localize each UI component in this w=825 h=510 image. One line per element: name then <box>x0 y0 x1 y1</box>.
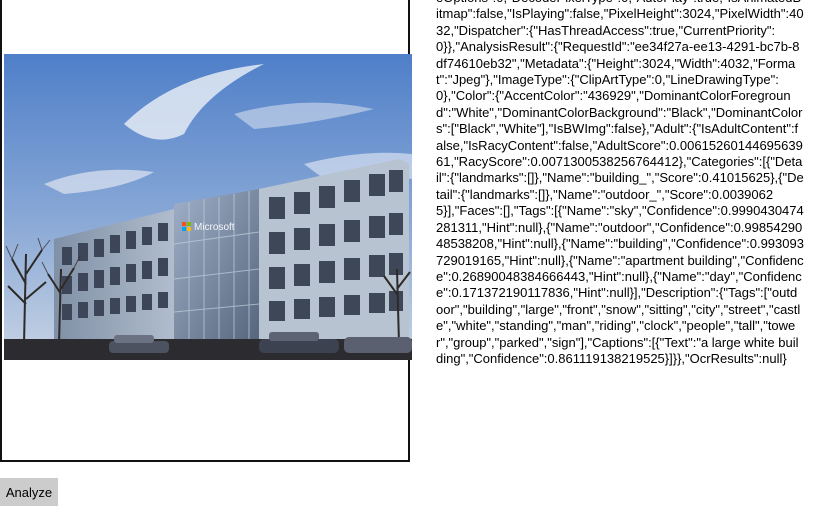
building-photo: Microsoft <box>4 54 412 360</box>
image-preview-frame: Microsoft <box>0 0 412 462</box>
analyze-button[interactable]: Analyze <box>0 478 58 506</box>
analysis-result-text: eOptions":0,"DecodePixelType":0,"AutoPla… <box>436 0 804 366</box>
app-window: Microsoft eOptions":0,"DecodePixelTy <box>0 0 825 510</box>
photo-logo-text: Microsoft <box>194 222 235 233</box>
